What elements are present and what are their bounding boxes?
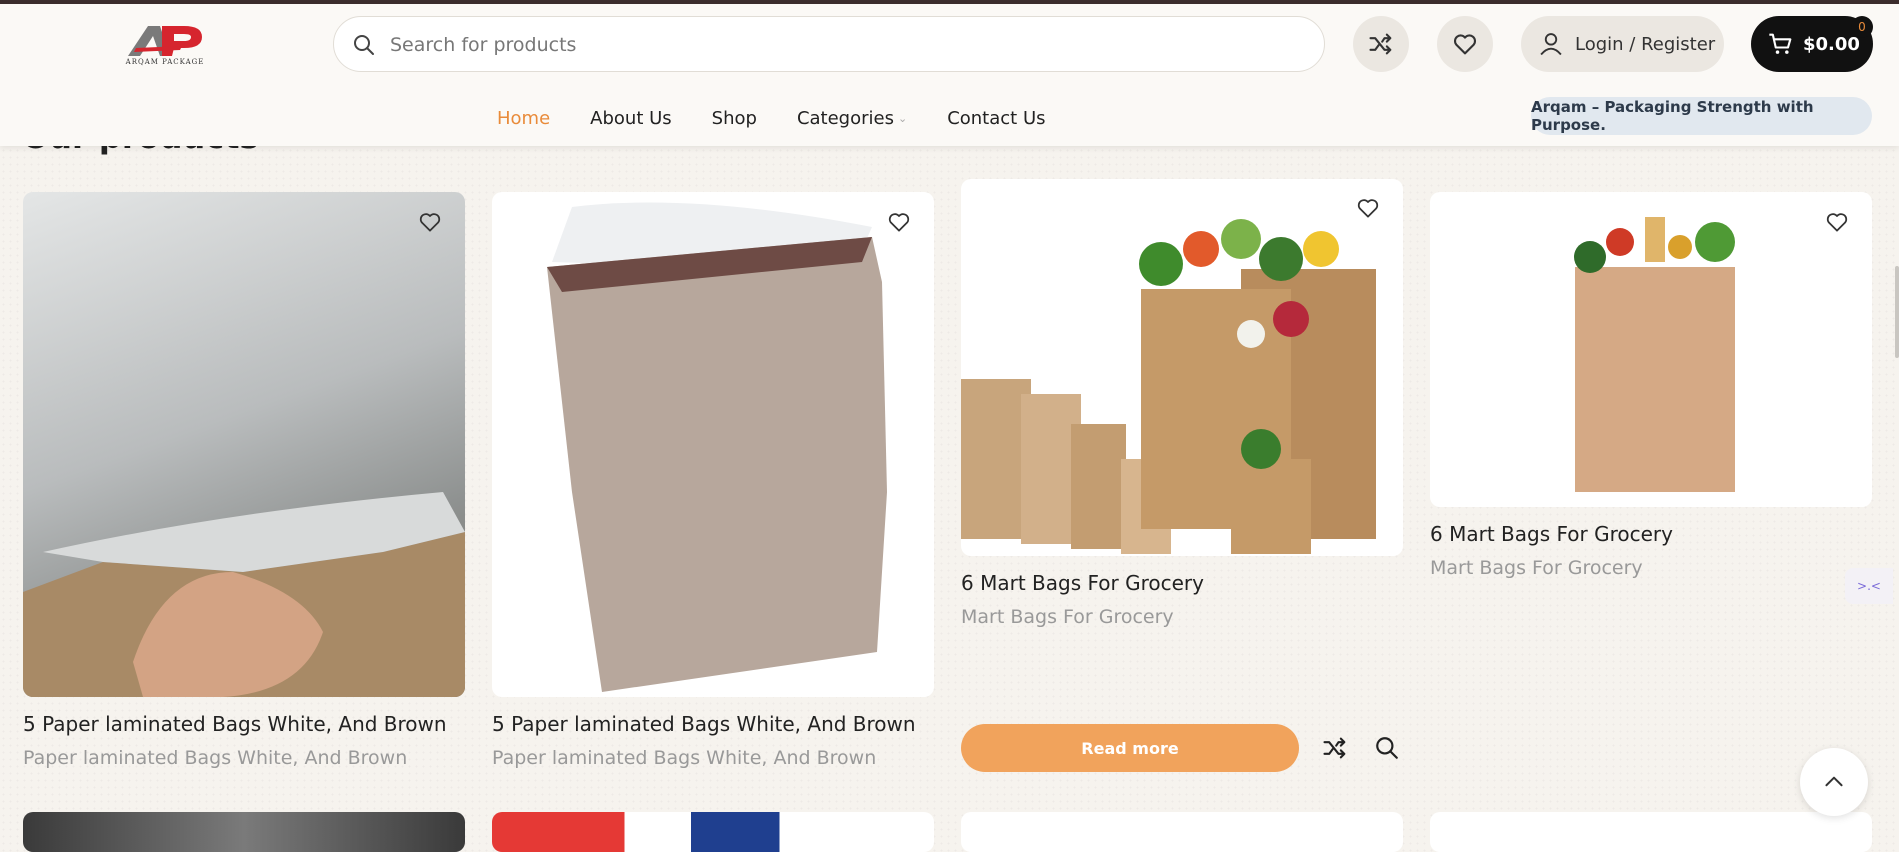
- site-header: ARQAM PACKAGE Login / Register $0.00: [0, 4, 1899, 146]
- wishlist-toggle[interactable]: [415, 207, 445, 237]
- wishlist-button[interactable]: [1437, 16, 1493, 72]
- login-label: Login / Register: [1575, 33, 1716, 55]
- heart-icon: [888, 213, 910, 232]
- site-logo[interactable]: ARQAM PACKAGE: [122, 22, 208, 72]
- nav-item-categories[interactable]: Categories ⌄: [797, 108, 907, 129]
- quick-view-button[interactable]: [1372, 733, 1402, 763]
- nav-item-about-us[interactable]: About Us: [590, 108, 672, 129]
- product-category[interactable]: Mart Bags For Grocery: [1430, 557, 1643, 579]
- product-photo: [23, 492, 465, 697]
- nav-item-categories-label: Categories: [796, 107, 894, 129]
- nav-item-shop[interactable]: Shop: [712, 108, 757, 129]
- logo-text: ARQAM PACKAGE: [125, 58, 205, 66]
- search-input[interactable]: [388, 25, 1292, 65]
- product-category[interactable]: Mart Bags For Grocery: [961, 606, 1174, 628]
- login-register-button[interactable]: Login / Register: [1521, 16, 1724, 72]
- search-icon[interactable]: [352, 33, 376, 57]
- product-title[interactable]: 5 Paper laminated Bags White, And Brown: [23, 712, 447, 736]
- search-icon: [1376, 737, 1398, 759]
- main-nav: Home About Us Shop Categories ⌄ Contact …: [497, 98, 1086, 138]
- product-image[interactable]: [492, 812, 934, 852]
- user-icon: [1540, 33, 1562, 56]
- product-image[interactable]: [23, 812, 465, 852]
- compare-button[interactable]: [1353, 16, 1409, 72]
- scroll-to-top-button[interactable]: [1800, 748, 1868, 816]
- product-image[interactable]: [961, 812, 1403, 852]
- wishlist-toggle[interactable]: [1822, 207, 1852, 237]
- heart-icon: [1453, 34, 1477, 55]
- product-title[interactable]: 6 Mart Bags For Grocery: [1430, 522, 1673, 546]
- chat-widget-tab[interactable]: >.<: [1845, 568, 1893, 604]
- shuffle-icon: [1369, 33, 1392, 55]
- product-image[interactable]: [1430, 192, 1872, 507]
- nav-item-home[interactable]: Home: [497, 108, 550, 129]
- product-title[interactable]: 5 Paper laminated Bags White, And Brown: [492, 712, 916, 736]
- product-category[interactable]: Paper laminated Bags White, And Brown: [492, 747, 876, 769]
- product-photo: [961, 219, 1376, 554]
- product-image[interactable]: [1430, 812, 1872, 852]
- shuffle-icon: [1323, 737, 1346, 759]
- heart-icon: [1357, 199, 1379, 218]
- heart-icon: [1826, 213, 1848, 232]
- chevron-up-icon: [1825, 776, 1843, 787]
- wishlist-toggle[interactable]: [1353, 193, 1383, 223]
- product-title[interactable]: 6 Mart Bags For Grocery: [961, 571, 1204, 595]
- nav-item-contact-us[interactable]: Contact Us: [947, 108, 1045, 129]
- product-photo: [1574, 217, 1735, 492]
- page-scrollbar[interactable]: [1895, 266, 1899, 358]
- product-category[interactable]: Paper laminated Bags White, And Brown: [23, 747, 407, 769]
- tagline-badge: Arqam – Packaging Strength with Purpose.: [1531, 97, 1872, 135]
- cart-count-badge: 0: [1851, 16, 1873, 38]
- search-bar: [333, 16, 1325, 72]
- wishlist-toggle[interactable]: [884, 207, 914, 237]
- read-more-button[interactable]: Read more: [961, 724, 1299, 772]
- chevron-down-icon: ⌄: [897, 111, 908, 125]
- quick-compare-button[interactable]: [1320, 733, 1350, 763]
- logo-mark-icon: [128, 26, 202, 56]
- product-image[interactable]: [961, 179, 1403, 556]
- cart-total: $0.00: [1803, 33, 1860, 55]
- heart-icon: [419, 213, 441, 232]
- cart-icon: [1769, 33, 1792, 54]
- product-photo: [547, 202, 887, 692]
- cart-button[interactable]: $0.00 0: [1751, 16, 1873, 72]
- product-image[interactable]: [492, 192, 934, 697]
- product-image[interactable]: [23, 192, 465, 697]
